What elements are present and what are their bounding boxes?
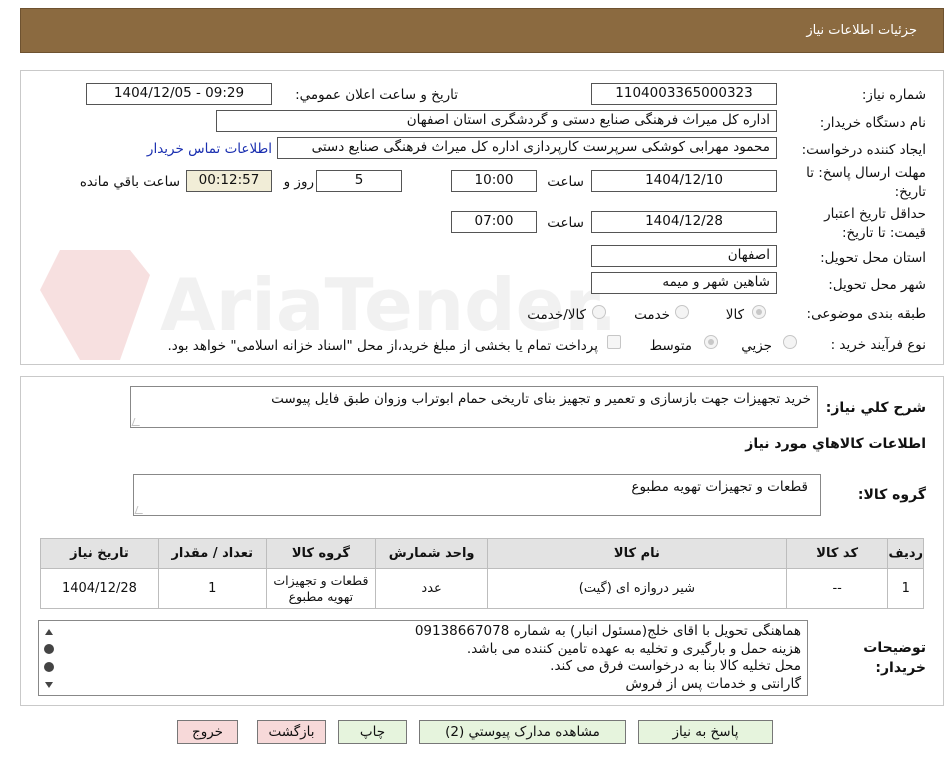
purchase-radio-minor[interactable]	[783, 335, 797, 349]
province-field: اصفهان	[591, 245, 777, 267]
deadline-label: مهلت ارسال پاسخ: تا تاريخ:	[806, 165, 926, 200]
days-word: روز و	[283, 174, 314, 190]
print-button[interactable]: چاپ	[338, 720, 407, 744]
col-date-header: تاريخ نياز	[40, 538, 159, 569]
cell-row: 1	[887, 568, 924, 609]
cell-code: --	[785, 568, 889, 609]
buyer-org-label: نام دستگاه خريدار:	[819, 115, 926, 131]
treasury-note: پرداخت تمام يا بخشی از مبلغ خريد،از محل …	[167, 338, 598, 354]
cell-date: 1404/12/28	[40, 568, 159, 609]
deadline-date-field: 1404/12/10	[591, 170, 777, 192]
watermark-text: AriaTender.neT	[160, 263, 620, 347]
category-radio-both[interactable]	[592, 305, 606, 319]
goods-group-label: گروه کالا:	[857, 487, 926, 503]
need-number-label: شماره نياز:	[861, 87, 926, 103]
watermark-shield-icon	[40, 250, 150, 360]
deadline-time-word: ساعت	[547, 174, 584, 190]
announce-label: تاريخ و ساعت اعلان عمومي:	[295, 87, 458, 103]
col-name-header: نام کالا	[486, 538, 787, 569]
goods-section-title: اطلاعات کالاهاي مورد نياز	[745, 436, 926, 452]
purchase-option-medium: متوسط	[649, 338, 692, 354]
purchase-type-label: نوع فرآيند خريد :	[830, 337, 926, 353]
province-label: استان محل تحويل:	[820, 250, 926, 266]
resize-grip-icon[interactable]	[134, 506, 146, 514]
remaining-word: ساعت باقي مانده	[79, 174, 180, 190]
resize-grip-icon[interactable]	[131, 418, 143, 426]
page-header: جزئيات اطلاعات نياز	[20, 8, 944, 53]
category-radio-service[interactable]	[675, 305, 689, 319]
category-option-goods: کالا	[725, 307, 744, 323]
col-code-header: کد کالا	[785, 538, 889, 569]
buyer-note-line: هماهنگی تحویل با اقای خلج(مسئول انبار) ب…	[414, 623, 801, 639]
notes-scrollbar[interactable]	[40, 622, 58, 694]
category-option-service: خدمت	[634, 307, 670, 323]
buyer-org-field: اداره کل میراث فرهنگی صنایع دستی و گردشگ…	[216, 110, 777, 132]
buyer-contact-link[interactable]: اطلاعات تماس خريدار	[147, 141, 272, 157]
attachments-button[interactable]: مشاهده مدارک پيوستي (2)	[419, 720, 626, 744]
col-unit-header: واحد شمارش	[375, 538, 488, 569]
validity-label: حداقل تاريخ اعتبار قيمت: تا تاريخ:	[824, 206, 926, 241]
city-label: شهر محل تحويل:	[828, 277, 926, 293]
cell-unit: عدد	[375, 568, 488, 609]
category-radio-goods[interactable]	[752, 305, 766, 319]
back-button[interactable]: بازگشت	[257, 720, 326, 744]
summary-text: خرید تجهیزات جهت بازسازی و تعمیر و تجهیز…	[271, 391, 811, 407]
reply-button[interactable]: پاسخ به نياز	[638, 720, 773, 744]
goods-group-textarea[interactable]: قطعات و تجهیزات تهویه مطبوع	[133, 474, 821, 516]
buyer-note-line: گارانتی و خدمات پس از فروش	[625, 675, 802, 692]
buyer-notes-textarea[interactable]: هماهنگی تحویل با اقای خلج(مسئول انبار) ب…	[38, 620, 808, 696]
table-header-row: رديف کد کالا نام کالا واحد شمارش گروه کا…	[40, 538, 924, 569]
cell-group: قطعات و تجهیزات تهویه مطبوع	[265, 568, 377, 609]
summary-label: شرح کلي نياز:	[825, 400, 926, 416]
goods-group-text: قطعات و تجهیزات تهویه مطبوع	[631, 479, 808, 495]
col-row-header: رديف	[887, 538, 924, 569]
deadline-time-field: 10:00	[451, 170, 537, 192]
buyer-note-line: هزینه حمل و بارگیری و تخلیه به عهده تامی…	[466, 640, 801, 657]
exit-button[interactable]: خروج	[177, 720, 238, 744]
category-label: طبقه بندی موضوعی:	[806, 306, 926, 322]
cell-qty: 1	[157, 568, 267, 609]
days-field: 5	[316, 170, 402, 192]
watermark-logo: AriaTender.neT	[40, 250, 620, 360]
treasury-checkbox[interactable]	[607, 335, 621, 349]
category-option-both: کالا/خدمت	[527, 307, 586, 323]
goods-table: رديف کد کالا نام کالا واحد شمارش گروه کا…	[40, 538, 924, 609]
purchase-option-minor: جزيي	[741, 338, 772, 354]
page-title: جزئيات اطلاعات نياز	[806, 23, 917, 38]
creator-field: محمود مهرابی کوشکی سرپرست کارپردازی ادار…	[277, 137, 777, 159]
validity-date-field: 1404/12/28	[591, 211, 777, 233]
buyer-note-line: محل تخلیه کالا بنا به درخواست فرق می کند…	[550, 658, 801, 674]
city-field: شاهين شهر و ميمه	[591, 272, 777, 294]
col-group-header: گروه کالا	[265, 538, 377, 569]
validity-time-word: ساعت	[547, 215, 584, 231]
need-number-field: 1104003365000323	[591, 83, 777, 105]
buyer-notes-label: توضيحات خريدار:	[863, 640, 926, 676]
validity-time-field: 07:00	[451, 211, 537, 233]
purchase-radio-medium[interactable]	[704, 335, 718, 349]
announce-field: 1404/12/05 - 09:29	[86, 83, 272, 105]
scrollbar-arrows-icon	[44, 629, 54, 688]
remaining-time-field: 00:12:57	[186, 170, 272, 192]
table-row: 1 -- شیر دروازه ای (گیت) عدد قطعات و تجه…	[40, 568, 924, 609]
col-qty-header: تعداد / مقدار	[157, 538, 267, 569]
creator-label: ايجاد کننده درخواست:	[801, 142, 926, 158]
summary-textarea[interactable]: خرید تجهیزات جهت بازسازی و تعمیر و تجهیز…	[130, 386, 818, 428]
cell-name: شیر دروازه ای (گیت)	[486, 568, 787, 609]
